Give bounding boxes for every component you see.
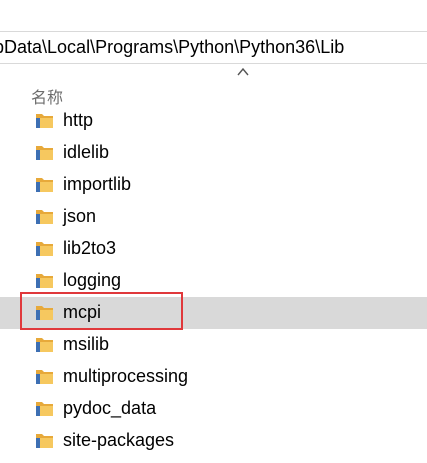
folder-icon bbox=[36, 306, 53, 320]
address-bar[interactable]: pData\Local\Programs\Python\Python36\Lib bbox=[0, 31, 427, 64]
toolbar-strip bbox=[0, 0, 427, 32]
list-item[interactable]: site-packages bbox=[0, 425, 427, 457]
list-item-label: pydoc_data bbox=[63, 398, 157, 418]
list-item[interactable]: pydoc_data bbox=[0, 393, 427, 425]
address-path[interactable]: pData\Local\Programs\Python\Python36\Lib bbox=[0, 37, 344, 58]
folder-icon bbox=[36, 338, 53, 352]
list-item-label: http bbox=[63, 110, 94, 130]
list-item-label: lib2to3 bbox=[63, 238, 117, 258]
folder-icon bbox=[36, 242, 53, 256]
list-item-label: json bbox=[63, 206, 97, 226]
list-item-label: msilib bbox=[63, 334, 110, 354]
list-item[interactable]: json bbox=[0, 201, 427, 233]
folder-icon bbox=[36, 178, 53, 192]
list-item[interactable]: mcpi bbox=[0, 297, 427, 329]
list-item-label: idlelib bbox=[63, 142, 110, 162]
folder-icon bbox=[36, 274, 53, 288]
list-item-label: mcpi bbox=[63, 302, 102, 322]
folder-icon bbox=[36, 210, 53, 224]
list-item[interactable]: multiprocessing bbox=[0, 361, 427, 393]
list-item-label: logging bbox=[63, 270, 122, 290]
folder-icon bbox=[36, 114, 53, 128]
folder-icon bbox=[36, 402, 53, 416]
list-item[interactable]: msilib bbox=[0, 329, 427, 361]
list-item[interactable]: importlib bbox=[0, 169, 427, 201]
file-explorer-window: pData\Local\Programs\Python\Python36\Lib… bbox=[0, 0, 427, 463]
folder-icon bbox=[36, 146, 53, 160]
list-item-label: site-packages bbox=[63, 430, 175, 450]
list-item-label: multiprocessing bbox=[63, 366, 189, 386]
list-item[interactable]: lib2to3 bbox=[0, 233, 427, 265]
list-item-label: importlib bbox=[63, 174, 132, 194]
folder-icon bbox=[36, 434, 53, 448]
list-item[interactable]: idlelib bbox=[0, 137, 427, 169]
folder-icon bbox=[36, 370, 53, 384]
chevron-up-icon[interactable] bbox=[236, 66, 250, 78]
list-item[interactable]: http bbox=[0, 105, 427, 137]
file-list: http idlelib importlib json lib2to3 logging mc… bbox=[0, 105, 427, 457]
list-item[interactable]: logging bbox=[0, 265, 427, 297]
